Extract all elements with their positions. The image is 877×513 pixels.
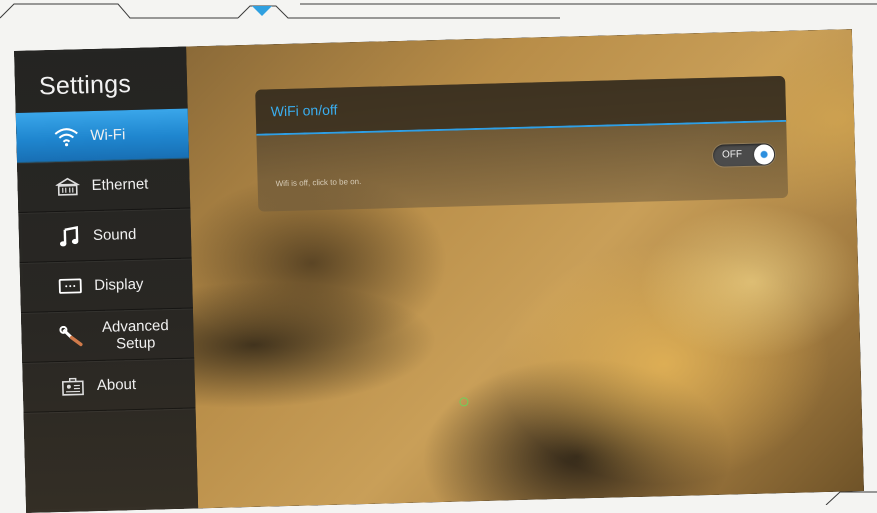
sidebar-item-about[interactable]: About: [22, 358, 196, 413]
cursor-dot: [459, 397, 469, 407]
settings-nav: Wi-Fi Ethernet Sound Display Advanced Se…: [15, 108, 196, 413]
wrench-icon: [57, 324, 86, 349]
display-icon: [56, 274, 85, 299]
sidebar-item-advanced-setup[interactable]: Advanced Setup: [20, 308, 195, 363]
sidebar-item-label: Display: [94, 275, 144, 295]
sidebar-item-label: About: [96, 375, 137, 394]
sidebar-item-label: Sound: [92, 225, 137, 245]
wifi-status-description[interactable]: Wifi is off, click to be on.: [276, 177, 362, 188]
toggle-knob: [753, 144, 775, 165]
sidebar-item-ethernet[interactable]: Ethernet: [17, 158, 191, 213]
wifi-toggle[interactable]: OFF: [712, 143, 776, 167]
ethernet-icon: [53, 174, 82, 199]
sidebar-item-display[interactable]: Display: [19, 258, 193, 313]
sidebar-item-label: Wi-Fi: [90, 126, 126, 145]
sidebar-item-label: Advanced Setup: [101, 316, 169, 352]
settings-sidebar: Settings Wi-Fi Ethernet Sound Display Ad…: [14, 46, 199, 513]
sidebar-item-label: Ethernet: [91, 175, 149, 195]
wifi-settings-panel: WiFi on/off Wifi is off, click to be on.…: [255, 75, 789, 212]
wifi-icon: [52, 124, 81, 149]
device-screen: Settings Wi-Fi Ethernet Sound Display Ad…: [14, 29, 864, 513]
sidebar-item-sound[interactable]: Sound: [18, 208, 192, 263]
panel-title: WiFi on/off: [270, 101, 338, 120]
about-icon: [59, 374, 88, 399]
settings-title: Settings: [38, 70, 132, 101]
sidebar-item-wifi[interactable]: Wi-Fi: [15, 108, 189, 164]
toggle-state-label: OFF: [721, 149, 743, 161]
music-note-icon: [55, 224, 84, 249]
